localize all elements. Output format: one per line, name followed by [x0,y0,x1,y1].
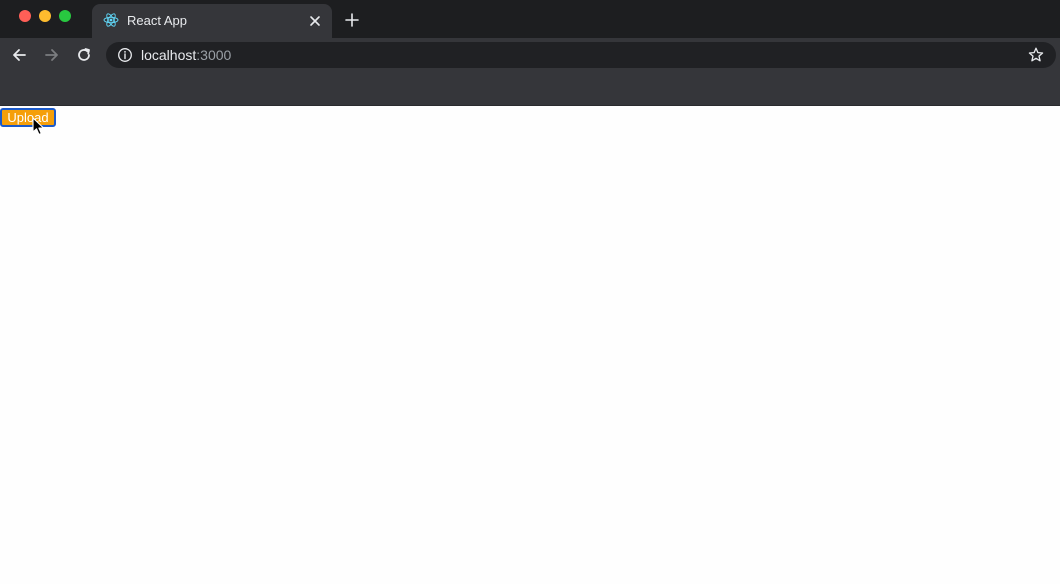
page-content: Upload [0,106,1060,584]
new-tab-icon[interactable] [344,12,360,28]
maximize-window-button[interactable] [59,10,71,22]
upload-button[interactable]: Upload [0,108,56,127]
url-text: localhost:3000 [141,47,231,63]
tab-title: React App [127,13,187,28]
back-arrow-icon[interactable] [10,46,28,64]
close-window-button[interactable] [19,10,31,22]
star-icon[interactable] [1027,46,1045,64]
minimize-window-button[interactable] [39,10,51,22]
browser-window: React App localhost:3000 Upload [0,0,1060,584]
reload-icon[interactable] [75,46,93,64]
close-tab-icon[interactable] [308,14,322,28]
address-bar[interactable]: localhost:3000 [106,42,1056,68]
url-port: :3000 [196,47,232,63]
url-host: localhost [141,47,197,63]
browser-toolbar: localhost:3000 [0,38,1060,72]
react-logo-icon [103,13,119,27]
forward-arrow-icon[interactable] [43,46,61,64]
tab-strip: React App [0,0,1060,38]
bookmark-bar [0,72,1060,106]
tab-react-app[interactable]: React App [92,4,332,38]
info-icon[interactable] [117,47,133,63]
mouse-cursor-icon [32,117,45,136]
